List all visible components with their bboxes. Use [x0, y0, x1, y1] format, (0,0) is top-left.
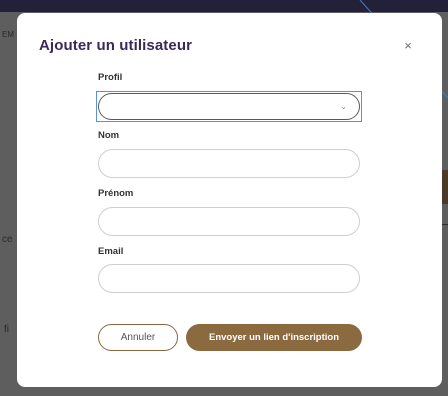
nom-label: Nom: [98, 130, 120, 141]
profil-label: Profil: [98, 72, 123, 83]
chevron-down-icon: ⌄: [340, 102, 347, 111]
modal-title: Ajouter un utilisateur: [39, 37, 193, 54]
prenom-field[interactable]: [98, 207, 360, 236]
nom-field[interactable]: [98, 149, 360, 178]
add-user-modal: Ajouter un utilisateur × Profil ⌄ Nom Pr…: [17, 13, 442, 387]
cancel-button[interactable]: Annuler: [98, 324, 178, 351]
email-label: Email: [98, 246, 124, 257]
profil-select[interactable]: ⌄: [98, 93, 360, 120]
close-icon[interactable]: ×: [401, 39, 415, 53]
email-field[interactable]: [98, 264, 360, 293]
send-invite-button[interactable]: Envoyer un lien d'inscription: [186, 324, 362, 351]
prenom-label: Prénom: [98, 188, 134, 199]
